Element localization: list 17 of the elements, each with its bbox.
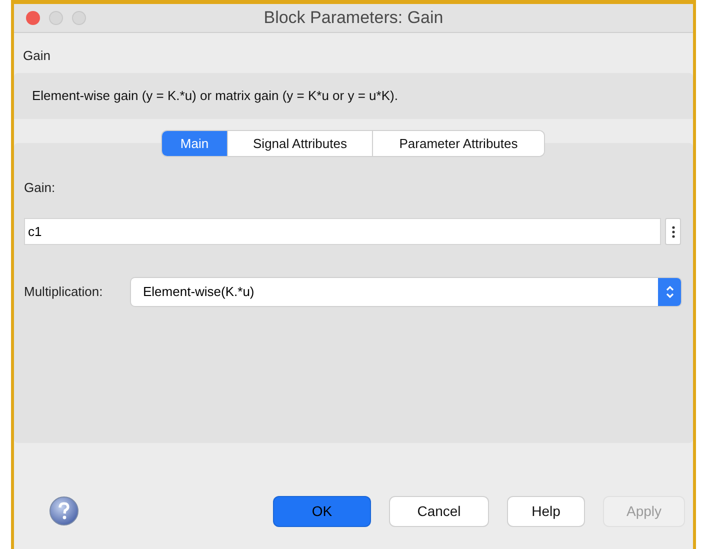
description-text: Element-wise gain (y = K.*u) or matrix gain (y = K*u or y = u*K). xyxy=(32,87,398,106)
window-title: Block Parameters: Gain xyxy=(264,7,444,30)
more-icon xyxy=(672,226,674,238)
field-label: Multiplication: xyxy=(24,283,104,302)
gain-field[interactable]: c1 xyxy=(24,218,661,245)
dialog-button[interactable]: OK xyxy=(274,497,370,526)
field-label: Gain: xyxy=(24,180,56,195)
dropdown-arrows-icon xyxy=(658,278,681,306)
multiplication-dropdown[interactable]: Element-wise(K.*u) xyxy=(131,278,681,306)
more-options-button[interactable] xyxy=(665,218,681,245)
block-name: Gain xyxy=(23,48,50,63)
close-button[interactable] xyxy=(26,11,40,25)
help-icon[interactable] xyxy=(49,496,79,526)
tab[interactable]: Parameter Attributes xyxy=(372,131,544,156)
dialog-button[interactable]: Cancel xyxy=(390,497,488,526)
tab[interactable]: Main xyxy=(162,131,227,156)
dialog-button[interactable]: Help xyxy=(508,497,584,526)
